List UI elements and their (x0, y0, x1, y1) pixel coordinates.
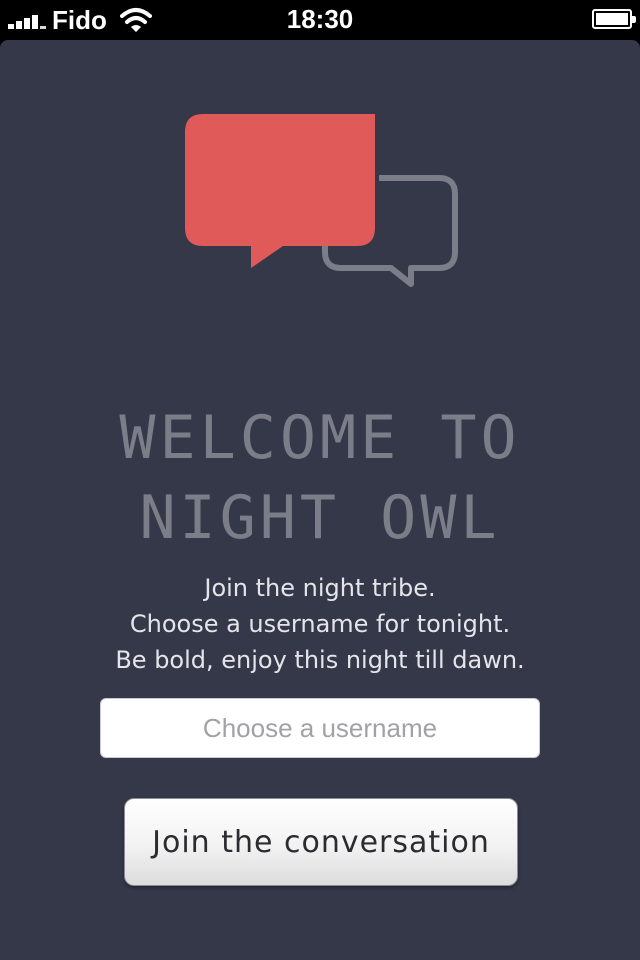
join-conversation-button[interactable]: Join the conversation (124, 798, 518, 886)
tagline: Join the night tribe. Choose a username … (0, 570, 640, 678)
welcome-screen: WELCOME TO NIGHT OWL Join the night trib… (0, 40, 640, 960)
tagline-line: Be bold, enjoy this night till dawn. (115, 646, 525, 674)
status-bar: Fido 18:30 (0, 0, 640, 40)
username-input[interactable] (100, 698, 540, 758)
status-time: 18:30 (286, 4, 354, 34)
welcome-title: WELCOME TO NIGHT OWL (0, 398, 640, 558)
tagline-line: Join the night tribe. (204, 574, 436, 602)
chat-bubbles-icon (185, 114, 458, 287)
welcome-title-line1: WELCOME TO (119, 403, 521, 473)
battery-icon (592, 9, 636, 29)
tagline-line: Choose a username for tonight. (129, 610, 511, 638)
welcome-title-line2: NIGHT OWL (139, 483, 501, 553)
